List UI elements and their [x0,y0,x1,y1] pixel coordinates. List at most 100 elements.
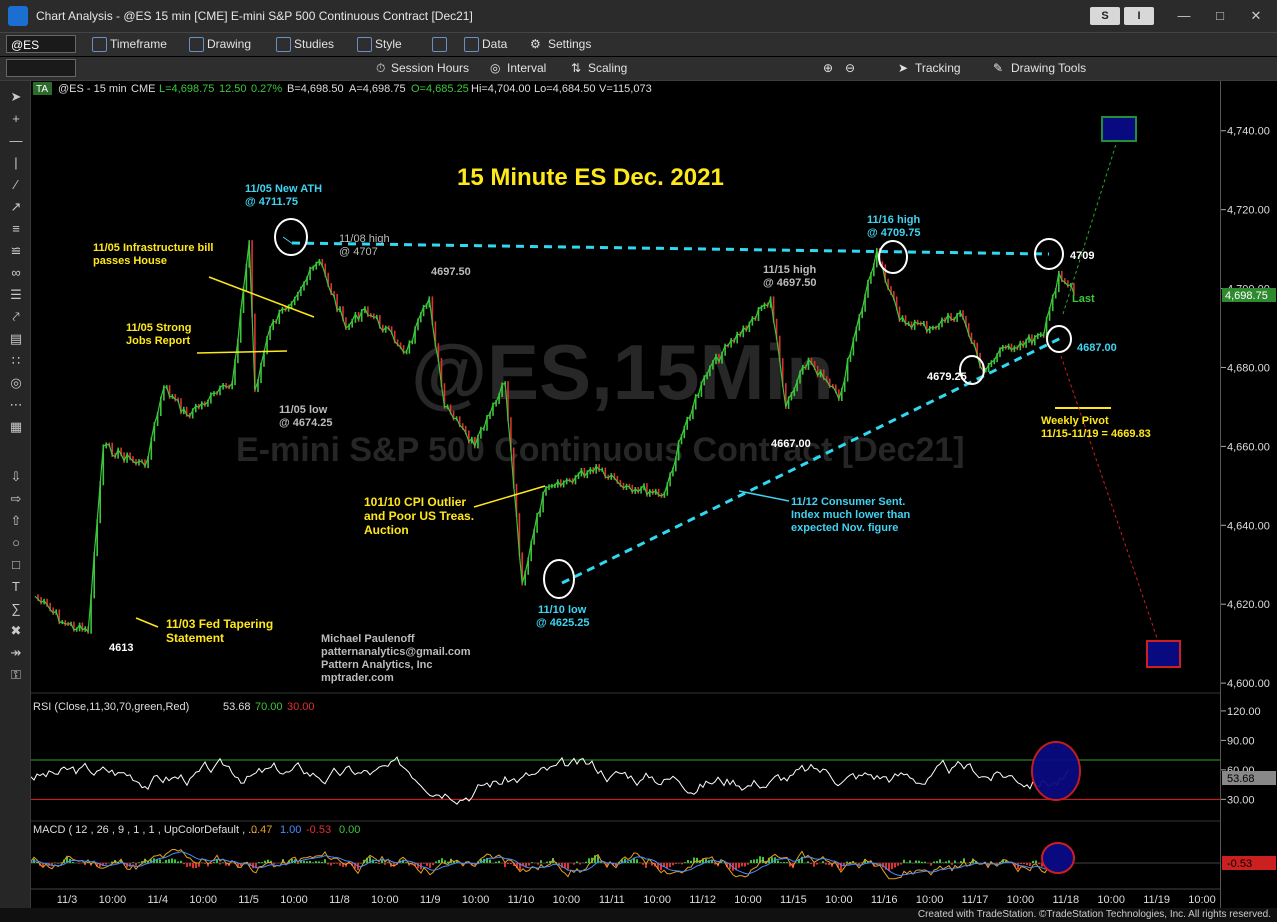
time-tick-label: 11/19 [1143,894,1170,906]
nov10-low-circle [543,559,575,599]
crosshair-tool-icon[interactable]: + [8,111,24,127]
vertical-line-tool-icon[interactable]: | [8,155,24,171]
grid-tool-icon[interactable]: ▦ [8,419,24,435]
macd-label: MACD ( 12 , 26 , 9 , 1 , 1 , UpColorDefa… [33,824,257,836]
annotation-label: patternanalytics@gmail.com [321,646,471,658]
spiral-tool-icon[interactable]: ◎ [8,375,24,391]
delete-tool-icon[interactable]: ✖ [8,623,24,639]
ellipse-tool-icon[interactable]: ○ [8,535,24,551]
time-tick-label: 10:00 [462,894,490,906]
time-tick-label: 10:00 [280,894,308,906]
ta-badge: TA [36,84,48,95]
ray-tool-icon[interactable]: ↗ [8,199,24,215]
close-icon[interactable]: ✕ [1242,7,1270,25]
window-title: Chart Analysis - @ES 15 min [CME] E-mini… [36,9,473,23]
brush-tool-icon[interactable]: ∑ [8,601,24,617]
time-tick-label: 11/5 [238,894,259,906]
horizontal-line-tool-icon[interactable]: — [8,133,24,149]
channel-tool-icon[interactable]: ≡ [8,221,24,237]
price-axis[interactable]: 4,740.004,720.004,700.004,680.004,660.00… [1220,81,1277,909]
annotation-label: 4613 [109,642,133,654]
maximize-icon[interactable]: □ [1206,7,1234,25]
snap-tool-icon[interactable]: ↠ [8,645,24,661]
arrow-up-tool-icon[interactable]: ⇧ [8,513,24,529]
annotation-label: passes House [93,255,167,267]
macd-value: 0.47 [251,824,272,836]
annotation-label: 4709 [1070,250,1094,262]
secondary-toolbar: ⏱ Session Hours ◎ Interval ⇅ Scaling ⊕ ⊖… [0,57,1277,81]
data-icon [464,37,479,52]
pointer-tool-icon[interactable]: ➤ [8,89,24,105]
price-tick-label: 4,740.00 [1227,126,1270,138]
andrews-pitchfork-icon[interactable]: ☰ [8,287,24,303]
header-last: L=4,698.75 [159,83,214,95]
fibonacci-tool-icon[interactable]: ≌ [8,243,24,259]
downside-projection [1060,355,1159,642]
rsi-tick-label: 30.00 [1227,794,1255,806]
layout-icon[interactable] [432,37,447,52]
trendline-tool-icon[interactable]: ∕ [8,177,24,193]
style-menu[interactable]: Style [375,37,402,51]
time-tick-label: 11/10 [508,894,535,906]
timeframe-menu[interactable]: Timeframe [110,37,167,51]
rsi-ticks: 120.0090.0060.0030.00 [1221,706,1261,806]
style-icon [357,37,372,52]
upside-target-box [1101,116,1137,142]
zoom-out-icon[interactable]: ⊖ [845,61,855,75]
time-tick-label: 10:00 [553,894,581,906]
drawing-menu[interactable]: Drawing [207,37,251,51]
scaling-menu[interactable]: Scaling [588,61,627,75]
annotation-label: 11/05 Strong [126,322,191,334]
rsi-highlight-ellipse [1031,741,1081,801]
annotation-label: expected Nov. figure [791,522,898,534]
drawing-tools-menu[interactable]: Drawing Tools [1011,61,1086,75]
s-button[interactable]: S [1090,7,1120,25]
annotation-label: Jobs Report [126,335,191,347]
minimize-icon[interactable]: — [1170,7,1198,25]
tracking-menu[interactable]: Tracking [915,61,961,75]
symbol-input[interactable]: @ES [6,35,76,53]
lock-tool-icon[interactable]: ⚿ [8,667,24,683]
arrow-right-tool-icon[interactable]: ⇨ [8,491,24,507]
text-tool-icon[interactable]: T [8,579,24,595]
chart-area[interactable]: TA @ES - 15 min CME L=4,698.75 12.50 0.2… [30,81,1261,909]
session-hours-menu[interactable]: Session Hours [391,61,469,75]
studies-menu[interactable]: Studies [294,37,334,51]
workspace-select[interactable] [6,59,76,77]
jobs-report-pointer [196,350,288,354]
footer: Created with TradeStation. ©TradeStation… [0,908,1277,922]
zoom-in-icon[interactable]: ⊕ [823,61,833,75]
annotation-label: 4687.00 [1077,342,1117,354]
rsi-tick-label: 90.00 [1227,735,1255,747]
dots-tool-icon[interactable]: ⋯ [8,397,24,413]
interval-menu[interactable]: Interval [507,61,546,75]
annotation-label: 4667.00 [771,438,811,450]
macd-diff: -0.53 [306,824,331,836]
data-menu[interactable]: Data [482,37,507,51]
header-change: 12.50 [219,83,247,95]
time-tick-label: 11/15 [780,894,807,906]
settings-menu[interactable]: Settings [548,37,591,51]
clock-icon: ⏱ [376,61,386,75]
rsi-line [30,756,1070,805]
time-tick-label: 10:00 [916,894,944,906]
price-tick-label: 4,660.00 [1227,441,1270,453]
price-tick-label: 4,600.00 [1227,678,1270,690]
copyright-text: Created with TradeStation. ©TradeStation… [917,909,1271,920]
time-axis: 11/3 10:00 11/4 10:00 11/5 10:00 11/8 10:00 11/9… [57,894,1261,906]
regression-tool-icon[interactable]: ▤ [8,331,24,347]
cycle-tool-icon[interactable]: ∷ [8,353,24,369]
annotation-label: 101/10 CPI Outlier [364,495,466,509]
arrow-down-tool-icon[interactable]: ⇩ [8,469,24,485]
pencil-icon: ✎ [993,61,1004,75]
annotation-label: 11/03 Fed Tapering [166,617,273,631]
time-tick-label: 10:00 [371,894,399,906]
gann-tool-icon[interactable]: ∞ [8,265,24,281]
rectangle-tool-icon[interactable]: □ [8,557,24,573]
upside-projection [1062,140,1118,315]
i-button[interactable]: I [1124,7,1154,25]
time-tick-label: 11/17 [962,894,989,906]
ath-marker-tick [282,236,294,245]
speedline-tool-icon[interactable]: ⤤ [8,309,24,325]
studies-icon [276,37,291,52]
